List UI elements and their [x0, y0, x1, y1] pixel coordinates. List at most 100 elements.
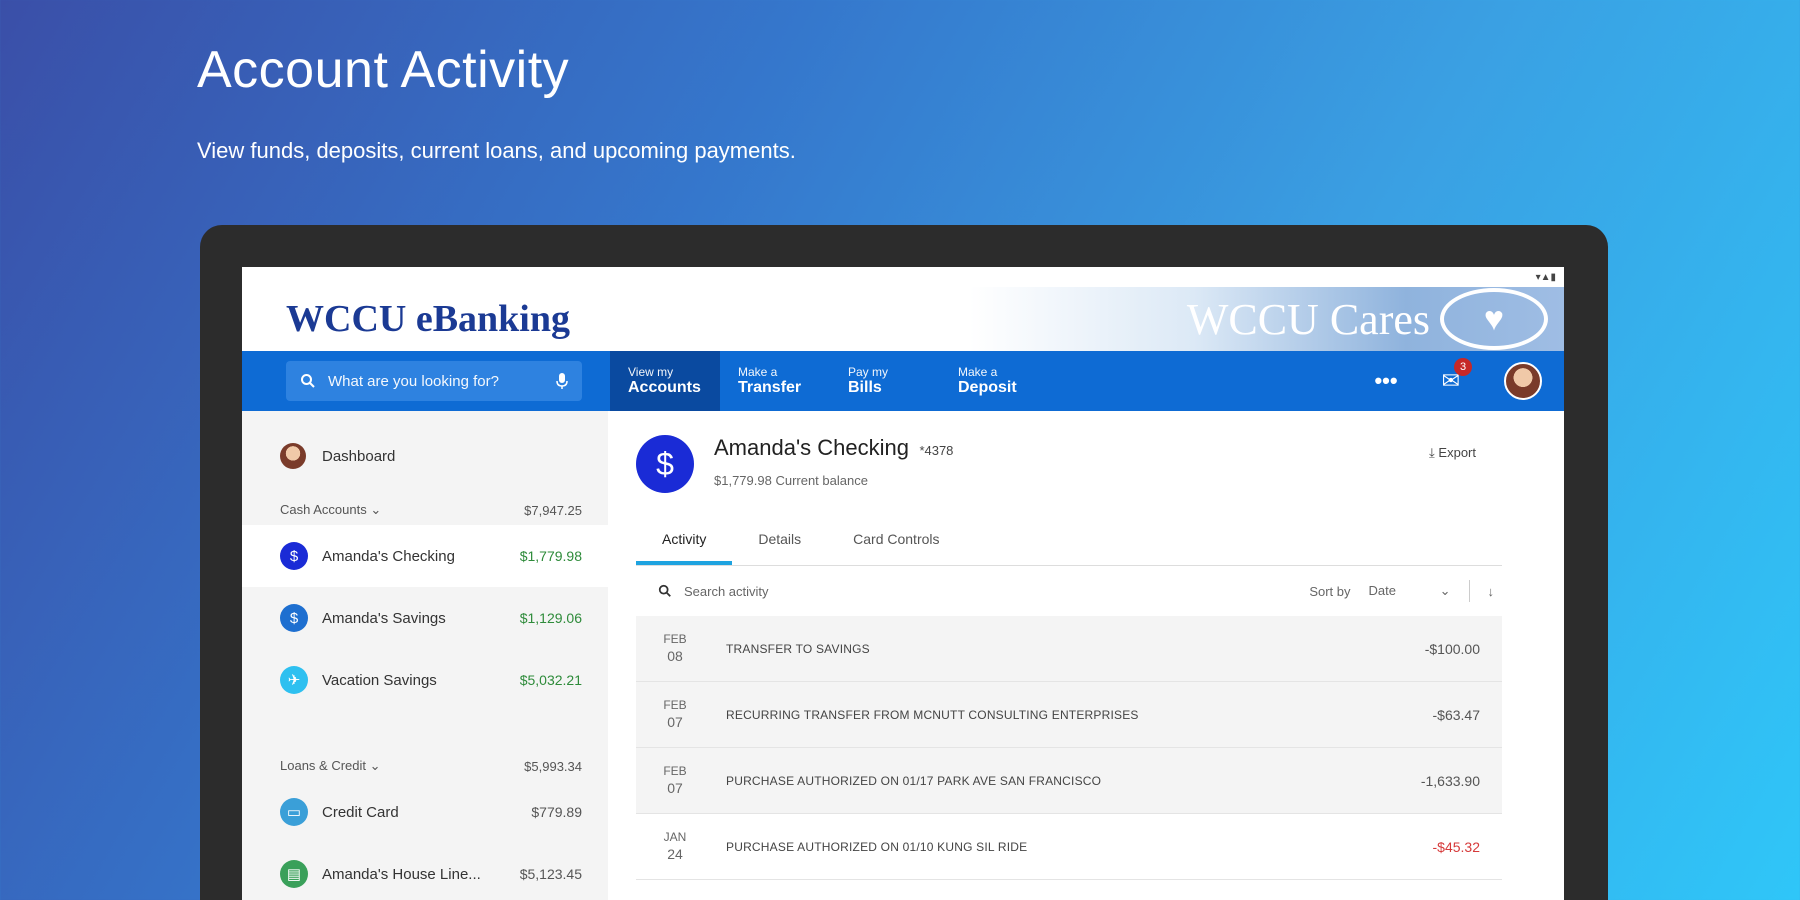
- house-icon: ▤: [280, 860, 308, 888]
- sidebar-item-dashboard[interactable]: Dashboard: [242, 425, 608, 487]
- cash-accounts-header[interactable]: Cash Accounts ⌄ $7,947.25: [242, 495, 608, 525]
- transaction-amount: -$100.00: [1424, 640, 1480, 657]
- activity-toolbar: Search activity Sort by Date ⌄ ↓: [636, 566, 1502, 616]
- brand-logo[interactable]: WCCU eBanking: [286, 297, 570, 341]
- airplane-icon: ✈: [280, 666, 308, 694]
- transaction-row[interactable]: FEB 07 PURCHASE AUTHORIZED ON 01/17 PARK…: [636, 748, 1502, 814]
- cares-banner: WCCU Cares ♥: [1187, 288, 1548, 350]
- nav-view-accounts[interactable]: View my Accounts: [610, 351, 720, 411]
- banner: WCCU eBanking WCCU Cares ♥: [242, 287, 1564, 351]
- sidebar-item-amandas-savings[interactable]: $ Amanda's Savings $1,129.06: [242, 587, 608, 649]
- cares-text: WCCU Cares: [1186, 294, 1430, 344]
- nav-item-label: Bills: [848, 379, 882, 396]
- nav-pay-bills[interactable]: Pay my Bills: [830, 351, 940, 411]
- user-avatar[interactable]: [1504, 362, 1542, 400]
- sort-direction-icon[interactable]: ↓: [1488, 584, 1495, 599]
- tab-card-controls[interactable]: Card Controls: [827, 521, 965, 565]
- transaction-row[interactable]: FEB 08 TRANSFER TO SAVINGS -$100.00: [636, 616, 1502, 682]
- sidebar-item-amandas-checking[interactable]: $ Amanda's Checking $1,779.98: [242, 525, 608, 587]
- transaction-description: PURCHASE AUTHORIZED ON 01/10 KUNG SIL RI…: [726, 839, 1028, 854]
- mail-icon[interactable]: ✉ 3: [1442, 358, 1472, 394]
- sidebar-item-label: Amanda's Checking: [322, 547, 455, 565]
- account-number: *4378: [919, 443, 954, 458]
- global-search-input[interactable]: What are you looking for?: [286, 361, 582, 401]
- date-month: JAN: [663, 829, 687, 844]
- sidebar-item-house-line[interactable]: ▤ Amanda's House Line... $5,123.45: [242, 843, 608, 900]
- transaction-amount: -1,633.90: [1420, 772, 1480, 789]
- section-total: $7,947.25: [524, 502, 582, 518]
- transaction-date: FEB 08: [650, 631, 700, 666]
- section-total: $5,993.34: [524, 758, 582, 774]
- sidebar-item-vacation-savings[interactable]: ✈ Vacation Savings $5,032.21: [242, 649, 608, 711]
- dollar-icon: $: [280, 542, 308, 570]
- transaction-row[interactable]: FEB 07 RECURRING TRANSFER FROM MCNUTT CO…: [636, 682, 1502, 748]
- account-tabs: Activity Details Card Controls: [636, 521, 1502, 566]
- account-title: Amanda's Checking: [714, 435, 909, 460]
- date-day: 24: [667, 846, 683, 863]
- sidebar-item-label: Amanda's Savings: [322, 609, 446, 627]
- avatar: [280, 443, 306, 469]
- status-bar: ▾▲▮: [242, 267, 1564, 287]
- transaction-row[interactable]: JAN 24 PURCHASE AUTHORIZED ON 01/10 KUNG…: [636, 814, 1502, 880]
- account-balance: $5,032.21: [519, 672, 582, 688]
- download-icon: ⤓: [1429, 445, 1435, 460]
- search-icon: [301, 374, 315, 388]
- main-nav: What are you looking for? View my Accoun…: [242, 351, 1564, 411]
- search-placeholder: What are you looking for?: [328, 372, 499, 390]
- chevron-down-icon: ⌄: [370, 502, 382, 517]
- divider: [1468, 580, 1470, 602]
- section-label: Cash Accounts: [280, 502, 367, 517]
- sidebar-item-label: Amanda's House Line...: [322, 865, 481, 883]
- heart-hands-icon: ♥: [1440, 288, 1548, 350]
- sort-control: Sort by Date ⌄ ↓: [1309, 580, 1494, 602]
- app-screen: ▾▲▮ WCCU eBanking WCCU Cares ♥ What are …: [242, 267, 1564, 900]
- nav-item-small: Make a: [958, 365, 998, 379]
- sidebar-item-label: Credit Card: [322, 803, 399, 821]
- activity-search-input[interactable]: Search activity: [658, 584, 1309, 599]
- dollar-icon: $: [636, 435, 694, 493]
- sort-label: Sort by: [1309, 583, 1351, 599]
- hero-subtitle: View funds, deposits, current loans, and…: [197, 138, 796, 163]
- nav-item-label: Accounts: [628, 379, 701, 396]
- tab-details[interactable]: Details: [732, 521, 827, 565]
- account-sidebar: Dashboard Cash Accounts ⌄ $7,947.25 $ Am…: [242, 411, 608, 900]
- transaction-date: FEB 07: [650, 763, 700, 798]
- nav-item-small: Pay my: [848, 365, 889, 379]
- account-balance: $1,779.98: [519, 548, 582, 564]
- current-balance: $1,779.98 Current balance: [714, 473, 868, 488]
- microphone-icon[interactable]: [556, 372, 568, 390]
- date-day: 07: [667, 714, 683, 731]
- nav-item-label: Transfer: [738, 379, 802, 396]
- chevron-down-icon: ⌄: [1439, 583, 1451, 598]
- date-month: FEB: [663, 763, 687, 778]
- chevron-down-icon: ⌄: [369, 758, 381, 773]
- more-menu-icon[interactable]: •••: [1374, 368, 1397, 394]
- nav-make-transfer[interactable]: Make a Transfer: [720, 351, 830, 411]
- nav-actions: ••• ✉ 3: [1374, 358, 1564, 400]
- transaction-amount: -$45.32: [1432, 838, 1480, 855]
- sidebar-item-credit-card[interactable]: ▭ Credit Card $779.89: [242, 781, 608, 843]
- date-month: FEB: [663, 631, 687, 646]
- transaction-date: JAN 24: [650, 829, 700, 864]
- nav-tabs: View my Accounts Make a Transfer Pay my …: [610, 351, 1050, 411]
- credit-card-icon: ▭: [280, 798, 308, 826]
- nav-item-small: View my: [628, 365, 674, 379]
- search-placeholder: Search activity: [684, 583, 769, 599]
- tab-activity[interactable]: Activity: [636, 521, 733, 565]
- account-balance: $1,129.06: [519, 610, 582, 626]
- sort-select[interactable]: Date ⌄: [1369, 583, 1451, 599]
- sort-value: Date: [1368, 583, 1396, 598]
- nav-item-small: Make a: [738, 365, 778, 379]
- transaction-amount: -$63.47: [1432, 706, 1480, 723]
- account-balance: $5,123.45: [519, 866, 582, 882]
- content-area: Dashboard Cash Accounts ⌄ $7,947.25 $ Am…: [242, 411, 1564, 900]
- hero-title: Account Activity: [197, 41, 570, 99]
- transaction-description: PURCHASE AUTHORIZED ON 01/17 PARK AVE SA…: [726, 773, 1102, 788]
- nav-make-deposit[interactable]: Make a Deposit: [940, 351, 1050, 411]
- dollar-icon: $: [280, 604, 308, 632]
- loans-credit-header[interactable]: Loans & Credit ⌄ $5,993.34: [242, 751, 608, 781]
- export-button[interactable]: ⤓ Export: [1429, 445, 1476, 461]
- transaction-description: RECURRING TRANSFER FROM MCNUTT CONSULTIN…: [726, 707, 1139, 722]
- account-header: $ Amanda's Checking *4378 $1,779.98 Curr…: [636, 435, 1502, 493]
- date-day: 08: [667, 648, 683, 665]
